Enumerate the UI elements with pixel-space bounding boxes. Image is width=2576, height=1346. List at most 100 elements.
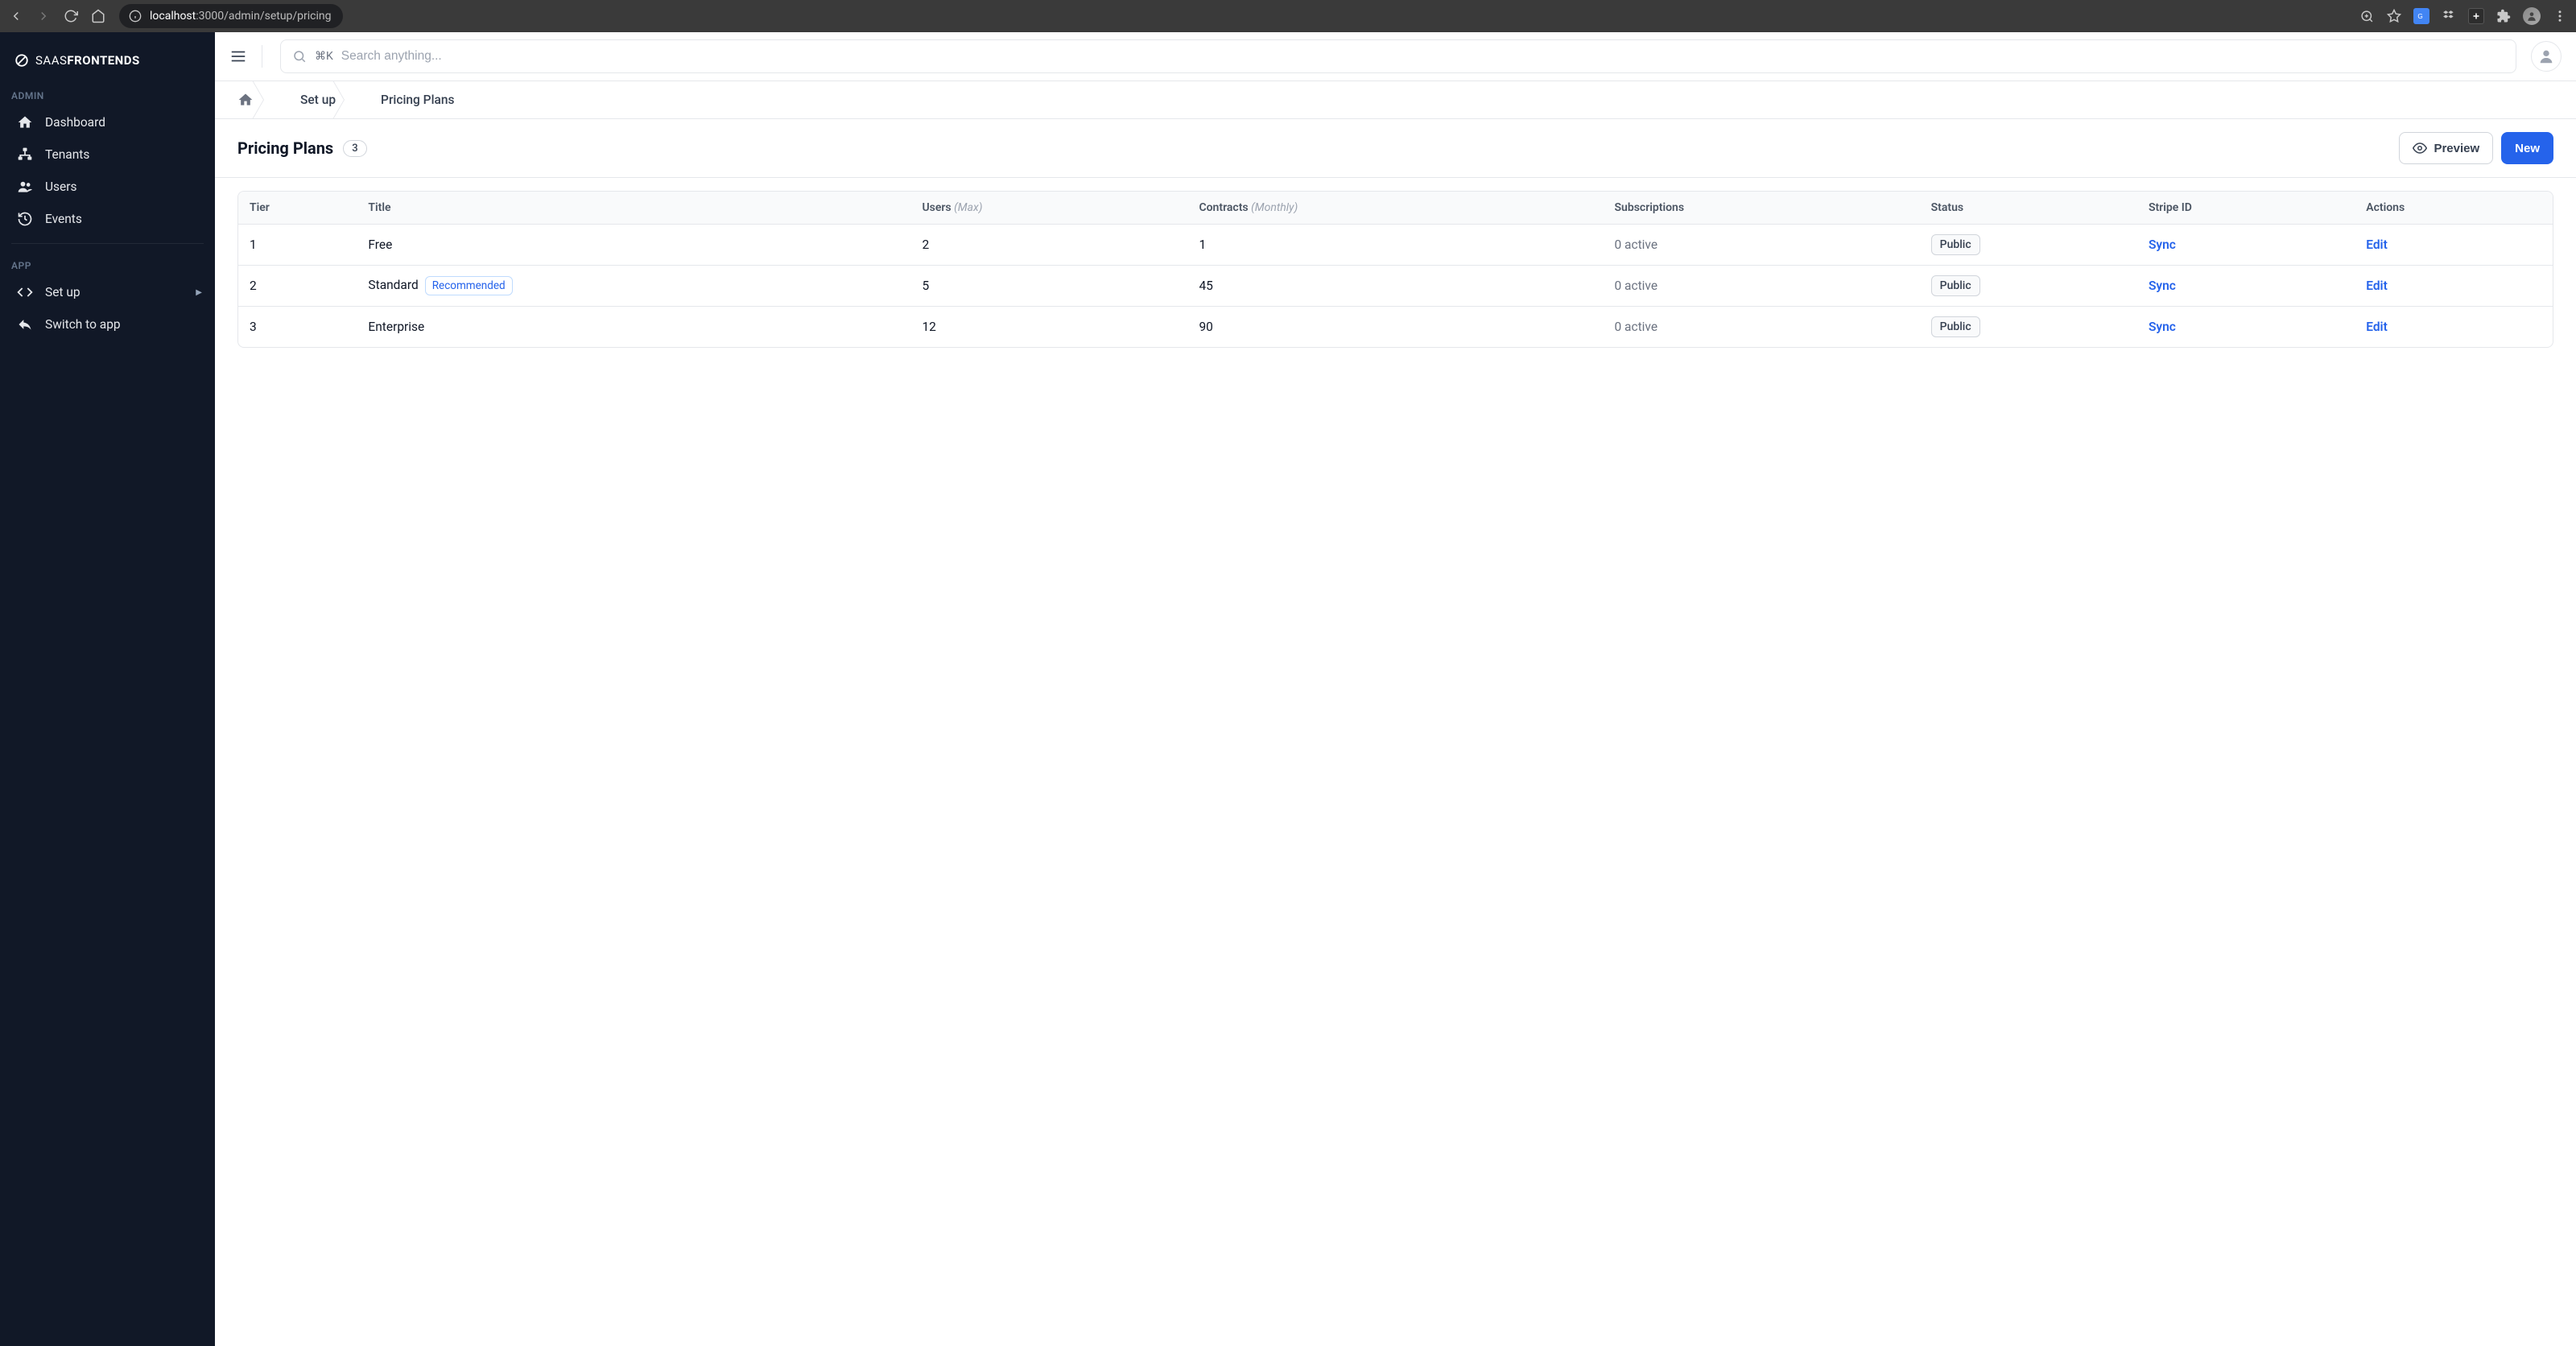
- extensions-puzzle-icon[interactable]: [2496, 8, 2512, 24]
- brand-mark-icon: [14, 53, 29, 68]
- browser-chrome: localhost:3000/admin/setup/pricing G: [0, 0, 2576, 32]
- table-row: 2 StandardRecommended 5 45 0 active Publ…: [238, 266, 2553, 307]
- cell-subscriptions: 0 active: [1603, 225, 1919, 266]
- cell-stripe: Sync: [2137, 266, 2355, 307]
- sidebar-item-events[interactable]: Events: [0, 203, 215, 235]
- browser-home-icon[interactable]: [90, 8, 106, 24]
- sync-link[interactable]: Sync: [2149, 320, 2176, 334]
- sidebar-section-app: APP: [0, 252, 215, 276]
- sidebar-item-tenants[interactable]: Tenants: [0, 138, 215, 171]
- cell-actions: Edit: [2355, 266, 2553, 307]
- th-stripe: Stripe ID: [2137, 192, 2355, 225]
- sidebar-item-switch-to-app[interactable]: Switch to app: [0, 308, 215, 341]
- plan-count-badge: 3: [343, 140, 366, 157]
- browser-url: localhost:3000/admin/setup/pricing: [150, 10, 332, 23]
- breadcrumb: Set up Pricing Plans: [215, 81, 2576, 119]
- sidebar-item-label: Dashboard: [45, 115, 105, 130]
- new-button-label: New: [2515, 142, 2540, 155]
- th-title: Title: [357, 192, 910, 225]
- extension-plus-icon[interactable]: [2468, 8, 2484, 24]
- cell-status: Public: [1920, 225, 2137, 266]
- extension-translate-icon[interactable]: G: [2413, 8, 2429, 24]
- cell-title: Free: [357, 225, 910, 266]
- sidebar-item-label: Tenants: [45, 147, 89, 162]
- cell-actions: Edit: [2355, 225, 2553, 266]
- svg-text:G: G: [2417, 13, 2422, 20]
- sidebar-item-label: Set up: [45, 285, 80, 299]
- cell-contracts: 1: [1187, 225, 1603, 266]
- cell-contracts: 45: [1187, 266, 1603, 307]
- sidebar-section-admin: ADMIN: [0, 82, 215, 106]
- sidebar-item-dashboard[interactable]: Dashboard: [0, 106, 215, 138]
- th-subscriptions: Subscriptions: [1603, 192, 1919, 225]
- sidebar-item-label: Switch to app: [45, 317, 121, 332]
- th-users: Users (Max): [910, 192, 1187, 225]
- breadcrumb-separator-icon: [344, 81, 373, 118]
- edit-link[interactable]: Edit: [2366, 279, 2388, 293]
- breadcrumb-setup[interactable]: Set up: [292, 93, 344, 107]
- preview-button-label: Preview: [2434, 142, 2479, 155]
- cell-status: Public: [1920, 266, 2137, 307]
- cell-users: 2: [910, 225, 1187, 266]
- cell-contracts: 90: [1187, 307, 1603, 347]
- cell-tier: 3: [238, 307, 357, 347]
- cell-tier: 2: [238, 266, 357, 307]
- page-title: Pricing Plans: [237, 138, 333, 158]
- browser-reload-icon[interactable]: [63, 8, 79, 24]
- global-search[interactable]: ⌘K: [280, 39, 2516, 73]
- new-plan-button[interactable]: New: [2501, 132, 2553, 164]
- cell-stripe: Sync: [2137, 307, 2355, 347]
- sidebar-item-setup[interactable]: Set up ▶: [0, 276, 215, 308]
- user-menu-button[interactable]: [2531, 41, 2562, 72]
- users-icon: [16, 179, 34, 195]
- page-header: Pricing Plans 3 Preview New: [215, 119, 2576, 178]
- edit-link[interactable]: Edit: [2366, 320, 2388, 334]
- th-status: Status: [1920, 192, 2137, 225]
- table-row: 1 Free 2 1 0 active Public Sync Edit: [238, 225, 2553, 266]
- pricing-plans-table: Tier Title Users (Max) Contracts (Monthl…: [237, 191, 2553, 348]
- site-info-icon[interactable]: [127, 8, 143, 24]
- main-content: ⌘K Set up Pricing Plans Pricing Plans 3 …: [215, 32, 2576, 1346]
- topbar: ⌘K: [215, 32, 2576, 81]
- search-input[interactable]: [341, 49, 2504, 64]
- edit-link[interactable]: Edit: [2366, 237, 2388, 252]
- browser-profile-avatar[interactable]: [2523, 7, 2541, 25]
- history-icon: [16, 211, 34, 227]
- cell-tier: 1: [238, 225, 357, 266]
- status-badge: Public: [1931, 316, 1980, 337]
- brand-logo[interactable]: SAASFRONTENDS: [0, 43, 215, 82]
- search-icon: [292, 49, 307, 64]
- sitemap-icon: [16, 147, 34, 163]
- sync-link[interactable]: Sync: [2149, 237, 2176, 252]
- th-actions: Actions: [2355, 192, 2553, 225]
- browser-url-bar[interactable]: localhost:3000/admin/setup/pricing: [119, 4, 343, 28]
- sidebar-item-label: Events: [45, 212, 82, 226]
- search-shortcut: ⌘K: [315, 50, 333, 63]
- reply-icon: [16, 316, 34, 332]
- cell-title: Enterprise: [357, 307, 910, 347]
- sidebar-item-label: Users: [45, 180, 77, 194]
- extension-dropbox-icon[interactable]: [2441, 8, 2457, 24]
- preview-button[interactable]: Preview: [2399, 132, 2493, 164]
- cell-users: 5: [910, 266, 1187, 307]
- sync-link[interactable]: Sync: [2149, 279, 2176, 293]
- sidebar-toggle-button[interactable]: [229, 45, 262, 68]
- browser-zoom-icon[interactable]: [2359, 8, 2375, 24]
- sidebar-item-users[interactable]: Users: [0, 171, 215, 203]
- cell-status: Public: [1920, 307, 2137, 347]
- browser-forward-icon[interactable]: [35, 8, 52, 24]
- cell-subscriptions: 0 active: [1603, 266, 1919, 307]
- cell-stripe: Sync: [2137, 225, 2355, 266]
- breadcrumb-separator-icon: [263, 81, 292, 118]
- browser-back-icon[interactable]: [8, 8, 24, 24]
- sidebar-divider: [11, 243, 204, 244]
- th-contracts: Contracts (Monthly): [1187, 192, 1603, 225]
- browser-menu-icon[interactable]: [2552, 8, 2568, 24]
- status-badge: Public: [1931, 275, 1980, 296]
- cell-subscriptions: 0 active: [1603, 307, 1919, 347]
- browser-star-icon[interactable]: [2386, 8, 2402, 24]
- home-icon: [16, 114, 34, 130]
- table-row: 3 Enterprise 12 90 0 active Public Sync …: [238, 307, 2553, 347]
- breadcrumb-current: Pricing Plans: [373, 93, 462, 107]
- eye-icon: [2413, 141, 2427, 155]
